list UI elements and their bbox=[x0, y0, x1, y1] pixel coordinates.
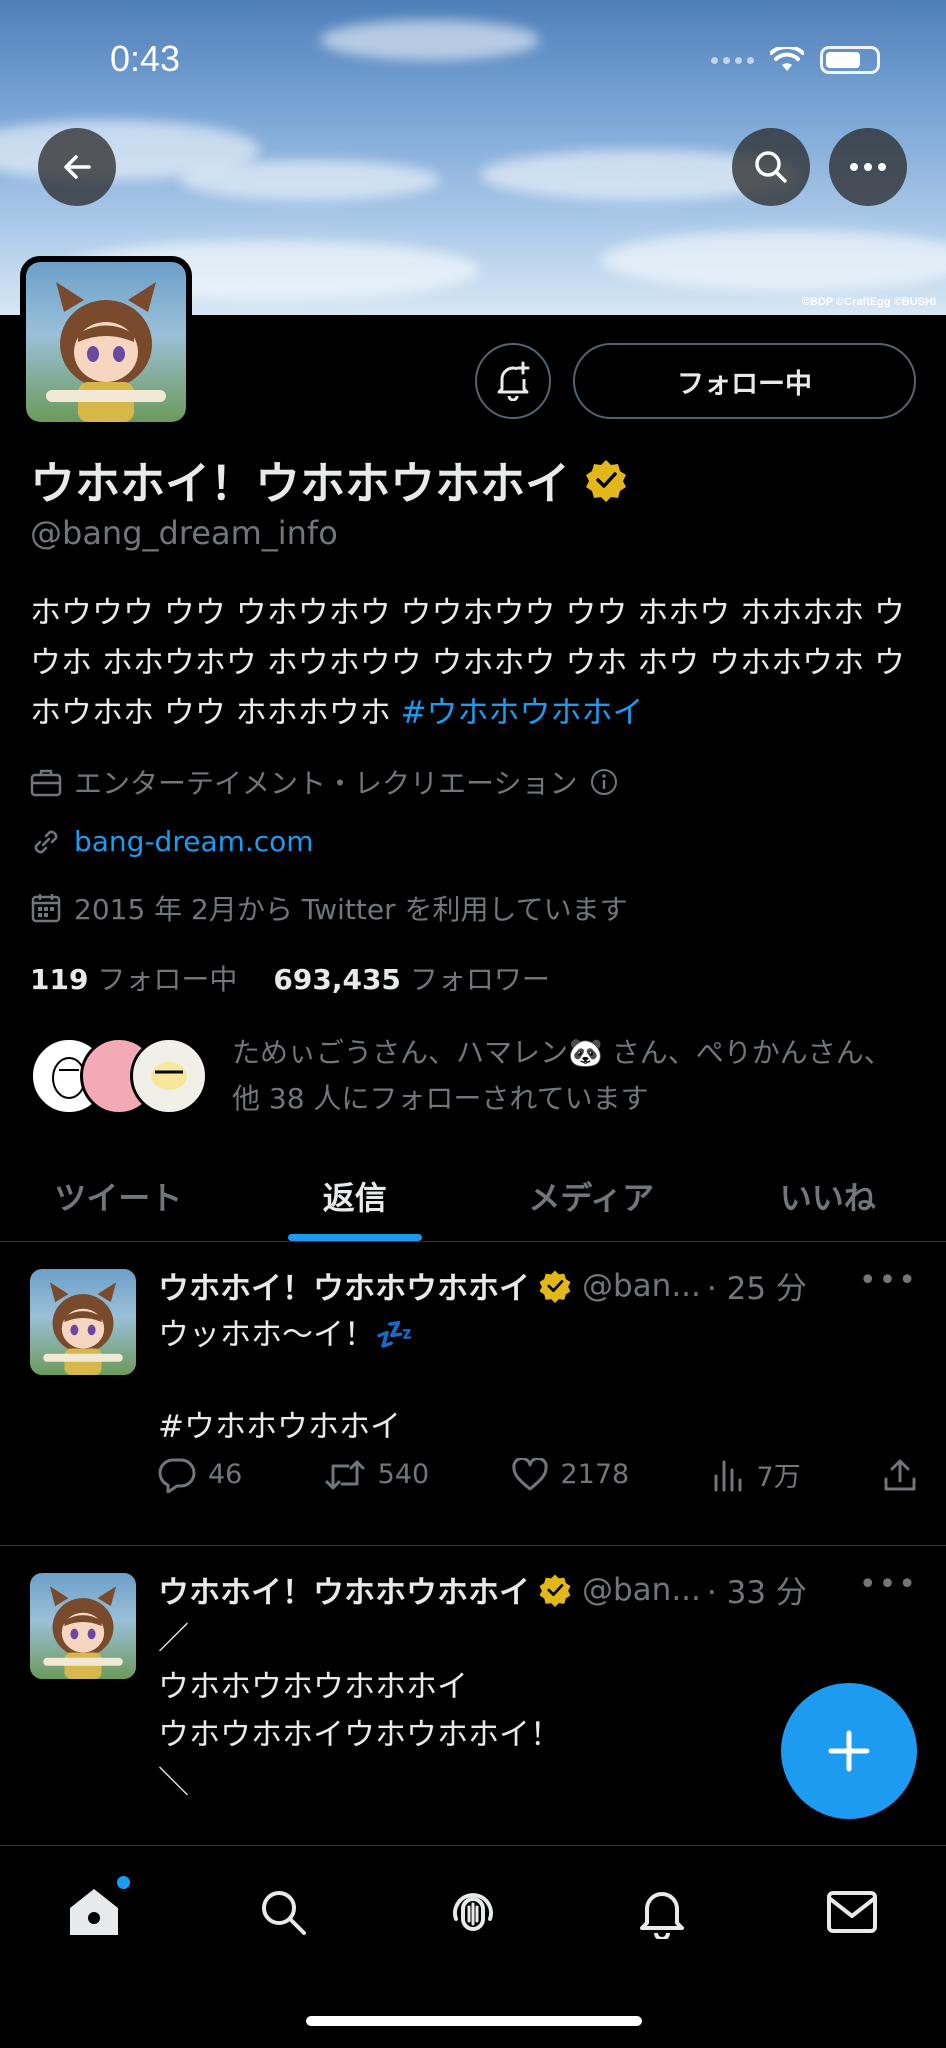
spaces-icon bbox=[453, 1893, 493, 1931]
views-button[interactable]: 7万 bbox=[711, 1455, 801, 1494]
heart-icon bbox=[511, 1457, 548, 1490]
mail-icon bbox=[827, 1891, 877, 1933]
tweet-time: · 25 分 bbox=[706, 1271, 807, 1307]
verified-badge-icon bbox=[586, 459, 627, 502]
nav-home[interactable] bbox=[64, 1876, 130, 1942]
profile-name: ウホホイ！ウホホウホホイ bbox=[30, 457, 571, 510]
tweet-time: · 33 分 bbox=[706, 1575, 807, 1611]
profile-joined-date: 2015 年 2月から Twitter を利用しています bbox=[74, 893, 628, 926]
search-icon bbox=[755, 151, 787, 183]
reply-icon bbox=[158, 1458, 196, 1493]
verified-badge-icon bbox=[539, 1270, 571, 1303]
profile-category: エンターテイメント・レクリエーション bbox=[74, 767, 578, 800]
nav-notifications[interactable] bbox=[632, 1882, 692, 1942]
banner-copyright: ©BDP ©CraftEgg ©BUSHI bbox=[801, 296, 936, 308]
followed-by-text[interactable]: ためぃごうさん、ハマレン🐼 さん、ぺりかんさん、他 38 人にフォローされていま… bbox=[232, 1030, 892, 1122]
tweet-more-button[interactable]: ••• bbox=[859, 1567, 918, 1602]
verified-badge-icon bbox=[539, 1574, 571, 1607]
tweet-avatar[interactable] bbox=[30, 1269, 136, 1375]
calendar-icon bbox=[31, 894, 61, 923]
tab-tweets[interactable]: ツイート bbox=[0, 1150, 237, 1241]
tweet-header: ウホホイ！ウホホウホホイ @ban... · 25 分 ••• bbox=[158, 1263, 918, 1308]
tweet-header: ウホホイ！ウホホウホホイ @ban... · 33 分 ••• bbox=[158, 1567, 918, 1612]
back-button[interactable] bbox=[38, 128, 116, 206]
bell-plus-icon bbox=[497, 361, 530, 401]
home-indicator[interactable] bbox=[306, 2016, 642, 2026]
more-icon bbox=[850, 163, 886, 171]
following-button[interactable]: フォロー中 bbox=[573, 343, 916, 419]
retweet-button[interactable]: 540 bbox=[324, 1458, 430, 1492]
tweet-author-handle: @ban... bbox=[582, 1267, 701, 1304]
reply-count: 46 bbox=[208, 1459, 243, 1490]
profile-handle: @bang_dream_info bbox=[30, 514, 338, 552]
profile-website-link[interactable]: bang-dream.com bbox=[74, 825, 314, 858]
followed-by-avatars[interactable] bbox=[30, 1037, 210, 1117]
notification-dot bbox=[117, 1876, 130, 1889]
following-count: 119 bbox=[30, 963, 89, 996]
bottom-navigation bbox=[0, 1845, 946, 2048]
tweet-more-button[interactable]: ••• bbox=[859, 1263, 918, 1298]
info-icon[interactable] bbox=[589, 767, 619, 797]
joined-row: 2015 年 2月から Twitter を利用しています bbox=[30, 888, 628, 928]
followers-count-link[interactable]: 693,435 フォロワー bbox=[273, 958, 549, 998]
profile-bio: ホウウウ ウウ ウホウホウ ウウホウウ ウウ ホホウ ホホホホ ウウホ ホホウホ… bbox=[30, 588, 920, 738]
following-label: フォロー中 bbox=[97, 963, 238, 996]
wifi-icon bbox=[770, 47, 804, 71]
views-count: 7万 bbox=[756, 1462, 801, 1493]
avatar-image bbox=[26, 262, 186, 422]
tweet-author-name[interactable]: ウホホイ！ウホホウホホイ bbox=[158, 1263, 530, 1308]
search-button[interactable] bbox=[732, 128, 810, 206]
retweet-count: 540 bbox=[377, 1459, 430, 1490]
tweet-item[interactable]: ウホホイ！ウホホウホホイ @ban... · 25 分 ••• ウッホホ〜イ！💤… bbox=[0, 1243, 946, 1546]
like-count: 2178 bbox=[560, 1459, 630, 1490]
nav-messages[interactable] bbox=[822, 1882, 882, 1942]
tab-likes[interactable]: いいね bbox=[710, 1150, 946, 1241]
tweet-avatar[interactable] bbox=[30, 1573, 136, 1679]
nav-spaces[interactable] bbox=[443, 1882, 503, 1942]
website-row: bang-dream.com bbox=[30, 825, 314, 858]
tweet-text: ウッホホ〜イ！💤 bbox=[158, 1317, 414, 1353]
share-button[interactable] bbox=[882, 1457, 918, 1493]
profile-name-row: ウホホイ！ウホホウホホイ bbox=[30, 447, 628, 512]
like-button[interactable]: 2178 bbox=[511, 1457, 630, 1492]
tweet-actions: 46 540 2178 7万 bbox=[158, 1455, 918, 1494]
category-row: エンターテイメント・レクリエーション bbox=[30, 762, 619, 802]
compose-tweet-button[interactable] bbox=[781, 1683, 917, 1819]
bio-hashtag-link[interactable]: #ウホホウホホイ bbox=[401, 695, 644, 731]
tweet-hashtag-link[interactable]: #ウホホウホホイ bbox=[158, 1403, 401, 1451]
reply-button[interactable]: 46 bbox=[158, 1457, 242, 1493]
follow-counts: 119 フォロー中 693,435 フォロワー bbox=[30, 958, 550, 998]
bell-icon bbox=[640, 1892, 684, 1939]
followers-label: フォロワー bbox=[409, 963, 550, 996]
battery-icon bbox=[820, 46, 880, 74]
tweet-author-name[interactable]: ウホホイ！ウホホウホホイ bbox=[158, 1567, 530, 1612]
home-icon bbox=[70, 1889, 118, 1935]
notification-bell-button[interactable] bbox=[475, 343, 551, 419]
retweet-icon bbox=[325, 1460, 365, 1489]
tweet-text: ／ ウホホウホウホホホイ ウホウホホイウホウホホイ！ ＼ bbox=[158, 1621, 561, 1801]
plus-icon bbox=[828, 1730, 870, 1772]
share-icon bbox=[884, 1459, 916, 1490]
link-icon bbox=[34, 830, 58, 853]
status-time: 0:43 bbox=[110, 38, 181, 79]
status-icons bbox=[711, 46, 880, 74]
follower-avatar bbox=[130, 1037, 208, 1115]
profile-tabs: ツイート 返信 メディア いいね bbox=[0, 1150, 946, 1242]
search-icon bbox=[262, 1891, 306, 1935]
tab-media[interactable]: メディア bbox=[473, 1150, 710, 1241]
arrow-left-icon bbox=[64, 155, 91, 179]
nav-search[interactable] bbox=[253, 1882, 313, 1942]
analytics-icon bbox=[714, 1460, 742, 1491]
followers-count: 693,435 bbox=[273, 963, 401, 996]
more-options-button[interactable] bbox=[829, 128, 907, 206]
profile-avatar[interactable] bbox=[20, 256, 192, 428]
briefcase-icon bbox=[30, 769, 62, 797]
tab-replies[interactable]: 返信 bbox=[237, 1150, 474, 1241]
signal-icon bbox=[711, 56, 754, 64]
tweet-author-handle: @ban... bbox=[582, 1571, 701, 1608]
following-count-link[interactable]: 119 フォロー中 bbox=[30, 958, 237, 998]
